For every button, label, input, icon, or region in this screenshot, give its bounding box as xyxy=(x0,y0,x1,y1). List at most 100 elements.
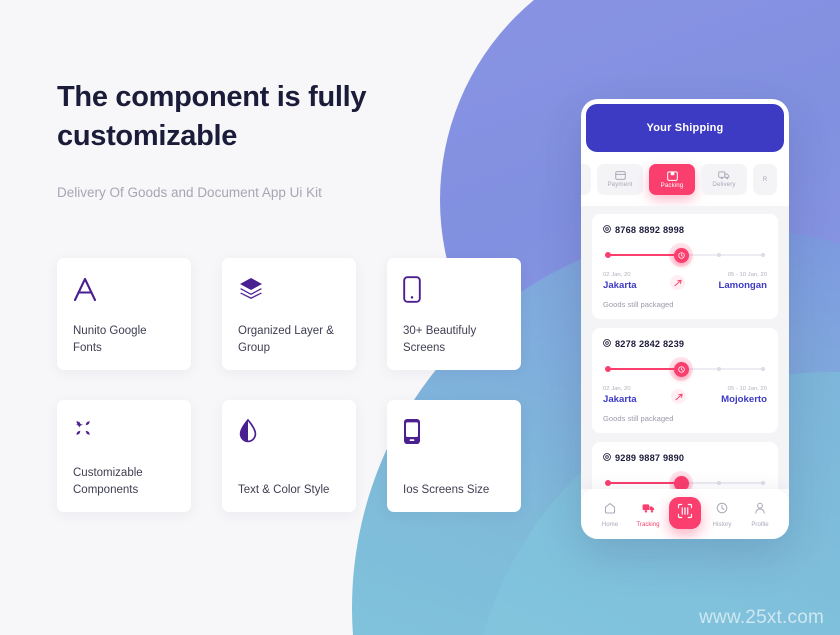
nav-item-profile[interactable]: Profile xyxy=(743,501,777,528)
at-icon xyxy=(603,339,611,349)
track-current-badge xyxy=(669,357,693,381)
track-dot-mid xyxy=(717,252,721,257)
shipment-progress-track xyxy=(605,357,765,381)
track-dot-start xyxy=(605,251,611,258)
track-current-badge xyxy=(669,471,693,489)
mobile-icon xyxy=(403,418,505,448)
route-arrow-icon xyxy=(671,389,687,404)
route-origin-city: Jakarta xyxy=(603,280,637,291)
track-line-completed xyxy=(607,254,678,256)
package-icon xyxy=(673,475,689,489)
track-dot-mid xyxy=(717,366,721,371)
track-line-completed xyxy=(607,482,678,484)
tab-label: Payment xyxy=(607,181,633,188)
route-dest-city: Lamongan xyxy=(718,280,767,291)
route-destination: 05 - 10 Jan, 20 Lamongan xyxy=(718,272,767,291)
route-arrow-icon xyxy=(670,275,686,290)
truck-icon xyxy=(718,171,730,180)
feature-card-label: Text & Color Style xyxy=(238,483,330,496)
watermark: www.25xt.com xyxy=(699,607,824,628)
feature-card-components[interactable]: Customizable Components xyxy=(57,400,191,512)
card-icon xyxy=(614,171,626,180)
shipment-id: 9289 9887 9890 xyxy=(615,453,685,463)
layers-icon xyxy=(238,276,340,306)
phone-outline-icon xyxy=(403,276,505,306)
track-line-completed xyxy=(607,368,678,370)
clock-icon xyxy=(716,501,728,519)
track-current-badge xyxy=(669,243,693,267)
tab-partial-next[interactable]: R xyxy=(753,164,777,195)
shipment-id: 8278 2842 8239 xyxy=(615,339,685,349)
tab-partial-previous[interactable] xyxy=(581,164,591,195)
route-origin-date: 02 Jan, 20 xyxy=(603,386,631,392)
nav-label: Profile xyxy=(751,520,769,528)
tab-delivery[interactable]: Delivery xyxy=(701,164,747,195)
feature-card-layers[interactable]: Organized Layer & Group xyxy=(222,258,356,370)
feature-card-ios-size[interactable]: Ios Screens Size xyxy=(387,400,521,512)
track-dot-end xyxy=(761,366,765,371)
route-origin-date: 02 Jan, 20 xyxy=(603,272,631,278)
route-origin: 02 Jan, 20 Jakarta xyxy=(603,272,637,291)
route-origin-city: Jakarta xyxy=(603,394,637,405)
nav-item-history[interactable]: History xyxy=(705,501,739,528)
track-dot-start xyxy=(605,365,611,372)
shipment-list[interactable]: 8768 8892 8998 02 Jan, 20 Jakarta 05 - 1… xyxy=(581,206,789,489)
shipment-id: 8768 8892 8998 xyxy=(615,225,685,235)
track-dot-end xyxy=(761,480,765,485)
shipment-id-row: 8278 2842 8239 xyxy=(603,339,767,349)
phone-mockup: Your Shipping Payment Packing Delivery R… xyxy=(581,99,789,539)
page-root: www.25xt.com The component is fully cust… xyxy=(0,0,840,635)
page-title: The component is fully customizable xyxy=(57,81,367,152)
shipment-status: Goods still packaged xyxy=(603,300,674,309)
tab-label: R xyxy=(762,176,768,183)
nav-item-tracking[interactable]: Tracking xyxy=(631,501,665,528)
feature-card-label: Customizable Components xyxy=(73,467,143,496)
bottom-navigation: Home Tracking History Profile xyxy=(581,489,789,539)
droplet-icon xyxy=(238,418,340,448)
shipment-route: 02 Jan, 20 Jakarta 05 - 10 Jan, 20 Mojok… xyxy=(603,386,767,405)
phone-app-header: Your Shipping xyxy=(586,104,784,152)
package-icon xyxy=(673,247,689,263)
track-dot-mid xyxy=(717,480,721,485)
route-origin: 02 Jan, 20 Jakarta xyxy=(603,386,637,405)
phone-header-title: Your Shipping xyxy=(646,122,724,134)
feature-card-color[interactable]: Text & Color Style xyxy=(222,400,356,512)
feature-card-fonts[interactable]: Nunito Google Fonts xyxy=(57,258,191,370)
feature-card-label: 30+ Beautifuly Screens xyxy=(403,325,477,354)
at-icon xyxy=(603,225,611,235)
page-subtitle: Delivery Of Goods and Document App Ui Ki… xyxy=(57,185,322,201)
nav-item-home[interactable]: Home xyxy=(593,501,627,528)
route-dest-date: 05 - 10 Jan, 20 xyxy=(727,386,767,392)
nav-label: Home xyxy=(601,520,619,528)
shipping-status-tabs: Payment Packing Delivery R xyxy=(581,152,789,206)
box-icon xyxy=(666,170,678,181)
letter-a-icon xyxy=(73,276,175,306)
route-dest-city: Mojokerto xyxy=(721,394,767,405)
shipment-status: Goods still packaged xyxy=(603,414,674,423)
route-destination: 05 - 10 Jan, 20 Mojokerto xyxy=(721,386,767,405)
truck-icon xyxy=(642,501,655,519)
shipment-route: 02 Jan, 20 Jakarta 05 - 10 Jan, 20 Lamon… xyxy=(603,272,767,291)
shipment-progress-track xyxy=(605,471,765,489)
tab-payment[interactable]: Payment xyxy=(597,164,643,195)
tab-label: Delivery xyxy=(712,181,736,188)
package-icon xyxy=(673,361,689,377)
track-dot-end xyxy=(761,252,765,257)
person-icon xyxy=(754,501,766,519)
components-icon xyxy=(73,418,175,448)
nav-label: Tracking xyxy=(636,520,660,528)
shipment-progress-track xyxy=(605,243,765,267)
nav-item-scan[interactable] xyxy=(669,497,701,529)
feature-card-screens[interactable]: 30+ Beautifuly Screens xyxy=(387,258,521,370)
shipment-card[interactable]: 8278 2842 8239 02 Jan, 20 Jakarta 05 - 1… xyxy=(592,328,778,433)
feature-card-label: Nunito Google Fonts xyxy=(73,325,147,354)
feature-card-grid: Nunito Google Fonts Organized Layer & Gr… xyxy=(57,258,525,512)
feature-card-label: Organized Layer & Group xyxy=(238,325,334,354)
hero-section: The component is fully customizable Deli… xyxy=(57,78,527,204)
home-icon xyxy=(604,501,616,519)
tab-packing[interactable]: Packing xyxy=(649,164,695,195)
shipment-card[interactable]: 8768 8892 8998 02 Jan, 20 Jakarta 05 - 1… xyxy=(592,214,778,319)
track-dot-start xyxy=(605,479,611,486)
shipment-card[interactable]: 9289 9887 9890 xyxy=(592,442,778,489)
route-dest-date: 05 - 10 Jan, 20 xyxy=(727,272,767,278)
